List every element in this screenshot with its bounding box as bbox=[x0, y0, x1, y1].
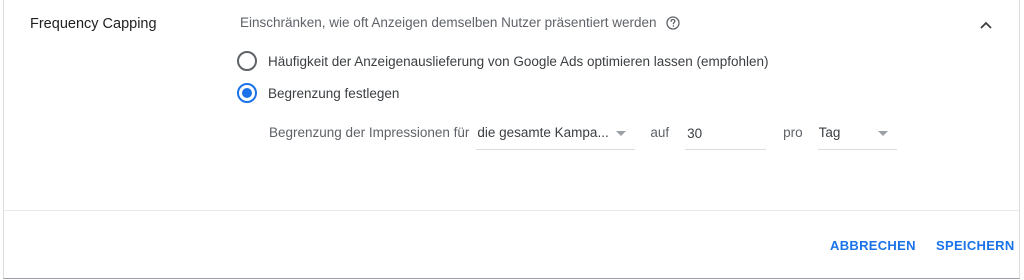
dropdown-arrow-icon bbox=[877, 131, 888, 136]
footer-divider bbox=[4, 210, 1019, 211]
impression-count-input[interactable] bbox=[685, 118, 767, 150]
impression-limit-row: Begrenzung der Impressionen für die gesa… bbox=[269, 118, 897, 152]
radio-button-unchecked[interactable] bbox=[237, 51, 257, 71]
radio-option-label: Begrenzung festlegen bbox=[268, 85, 400, 101]
on-label: auf bbox=[650, 125, 670, 140]
section-title: Frequency Capping bbox=[30, 16, 157, 32]
scope-dropdown[interactable]: die gesamte Kampa... bbox=[476, 118, 636, 150]
period-dropdown[interactable]: Tag bbox=[817, 118, 897, 150]
section-summary: Einschränken, wie oft Anzeigen demselben… bbox=[240, 15, 681, 30]
dropdown-arrow-icon bbox=[616, 131, 627, 136]
radio-option-optimize[interactable]: Häufigkeit der Anzeigenauslieferung von … bbox=[237, 51, 769, 71]
cancel-button[interactable]: ABBRECHEN bbox=[830, 238, 916, 253]
collapse-button[interactable] bbox=[976, 16, 996, 36]
scope-dropdown-value: die gesamte Kampa... bbox=[477, 125, 609, 140]
radio-option-set-limit[interactable]: Begrenzung festlegen bbox=[237, 83, 399, 103]
frequency-capping-panel: Frequency Capping Einschränken, wie oft … bbox=[3, 0, 1020, 279]
per-label: pro bbox=[783, 125, 803, 140]
chevron-up-icon bbox=[979, 17, 993, 35]
section-summary-text: Einschränken, wie oft Anzeigen demselben… bbox=[240, 15, 657, 30]
help-circle-icon[interactable] bbox=[666, 15, 681, 30]
save-button[interactable]: SPEICHERN bbox=[936, 238, 1015, 253]
radio-button-checked[interactable] bbox=[237, 83, 257, 103]
radio-option-label: Häufigkeit der Anzeigenauslieferung von … bbox=[268, 53, 769, 69]
period-dropdown-value: Tag bbox=[818, 125, 841, 140]
impression-limit-label: Begrenzung der Impressionen für bbox=[269, 125, 470, 140]
